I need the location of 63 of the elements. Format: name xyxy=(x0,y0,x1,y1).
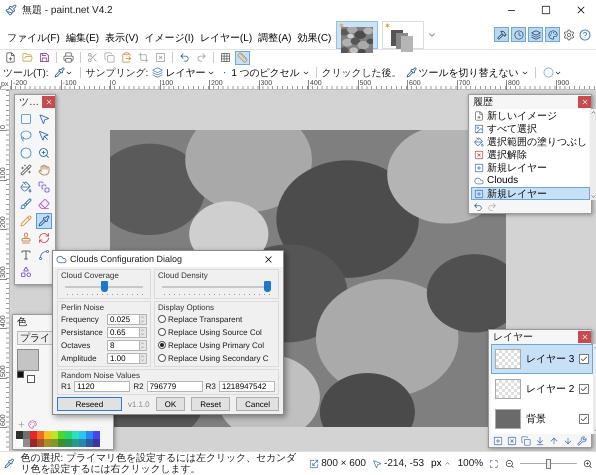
input-field[interactable]: 796779 xyxy=(146,381,203,392)
slider-label: Cloud Coverage xyxy=(61,271,120,280)
pixel-dropdown[interactable]: 1 つのピクセル xyxy=(219,66,311,80)
number-field[interactable]: 0.025 xyxy=(107,314,140,324)
slider-label: Cloud Density xyxy=(158,271,209,280)
group-label: Display Options xyxy=(158,303,216,312)
field-label: Amplitude xyxy=(61,354,97,362)
dialog-title: Clouds Configuration Dialog xyxy=(70,254,184,264)
dialog-button[interactable]: OK xyxy=(156,397,186,411)
menu-item[interactable]: ファイル(F) xyxy=(4,29,63,47)
field-label: Octaves xyxy=(61,340,90,350)
menu-item[interactable]: 編集(E) xyxy=(62,29,102,47)
number-field[interactable]: 0.65 xyxy=(107,326,140,338)
input-field[interactable]: 1120 xyxy=(74,381,130,392)
field-label: R1 xyxy=(61,382,72,391)
sampling-dropdown[interactable]: レイヤー xyxy=(151,66,216,80)
zoom-value: 100% xyxy=(458,458,484,469)
field-label: R3 xyxy=(206,382,216,391)
after-click-label: クリックした後。 xyxy=(322,66,402,80)
unit-dropdown[interactable]: px xyxy=(430,458,452,469)
history-item[interactable]: Clouds xyxy=(471,174,590,187)
history-item[interactable]: すべて選択 xyxy=(471,122,590,135)
window-title: ツ… xyxy=(19,96,39,109)
radio-option[interactable]: Replace Using Secondary C xyxy=(158,352,275,364)
history-item[interactable]: 新しいイメージ xyxy=(471,109,590,122)
reseed-button[interactable]: Reseed xyxy=(57,397,122,411)
window-title: 履歴 xyxy=(473,96,493,109)
number-field[interactable]: 8 xyxy=(107,340,140,350)
history-item[interactable]: 選択範囲の塗りつぶし xyxy=(471,135,590,148)
menu-item[interactable]: 調整(A) xyxy=(255,29,294,47)
window-title: レイヤー xyxy=(493,331,533,344)
menu-item[interactable]: 表示(V) xyxy=(102,29,142,47)
radio-option[interactable]: Replace Using Primary Col xyxy=(158,339,275,351)
layer-name: レイヤー 3 xyxy=(526,353,574,366)
tool-label: ツール(T): xyxy=(3,66,49,80)
sampling-label: サンプリング: xyxy=(86,66,148,80)
layer-name: レイヤー 2 xyxy=(526,383,574,396)
field-label: R2 xyxy=(133,382,144,391)
number-field[interactable]: 1.00 xyxy=(107,352,140,364)
status-hint: 色の選択: プライマリ色を設定するには左クリック、セカンダリ色を設定するには右クリックします。 xyxy=(20,452,298,474)
history-item[interactable]: 選択解除 xyxy=(471,148,590,161)
menu-item[interactable]: 効果(C) xyxy=(294,29,334,47)
window-title: 色 xyxy=(17,316,27,329)
history-item[interactable]: 新規レイヤー xyxy=(471,187,590,200)
layer-row[interactable]: レイヤー 3 xyxy=(491,344,594,374)
menu-item[interactable]: レイヤー(L) xyxy=(196,29,256,47)
window-title: 無題 - paint.net V4.2 xyxy=(22,4,114,17)
dialog-button[interactable]: Reset xyxy=(191,397,230,411)
radio-option[interactable]: Replace Using Source Col xyxy=(158,326,275,338)
input-field[interactable]: 1218947542 xyxy=(218,381,275,392)
group-label: Perlin Noise xyxy=(61,303,106,312)
radio-option[interactable]: Replace Transparent xyxy=(158,313,275,325)
field-label: Persistance xyxy=(61,328,103,336)
history-item[interactable]: 新規レイヤー xyxy=(471,161,590,174)
cursor-position: -214, -53 xyxy=(384,458,424,469)
group-label: Random Noise Values xyxy=(61,371,142,380)
field-label: Frequency xyxy=(61,314,99,324)
after-click-dropdown[interactable]: ツールを切り替えない xyxy=(404,66,530,80)
dialog-button[interactable]: Cancel xyxy=(236,397,279,411)
layer-name: 背景 xyxy=(526,412,547,426)
menu-item[interactable]: イメージ(I) xyxy=(141,29,197,47)
image-size: 800 × 600 xyxy=(321,458,366,469)
version-label: v1.1.0 xyxy=(128,400,150,408)
